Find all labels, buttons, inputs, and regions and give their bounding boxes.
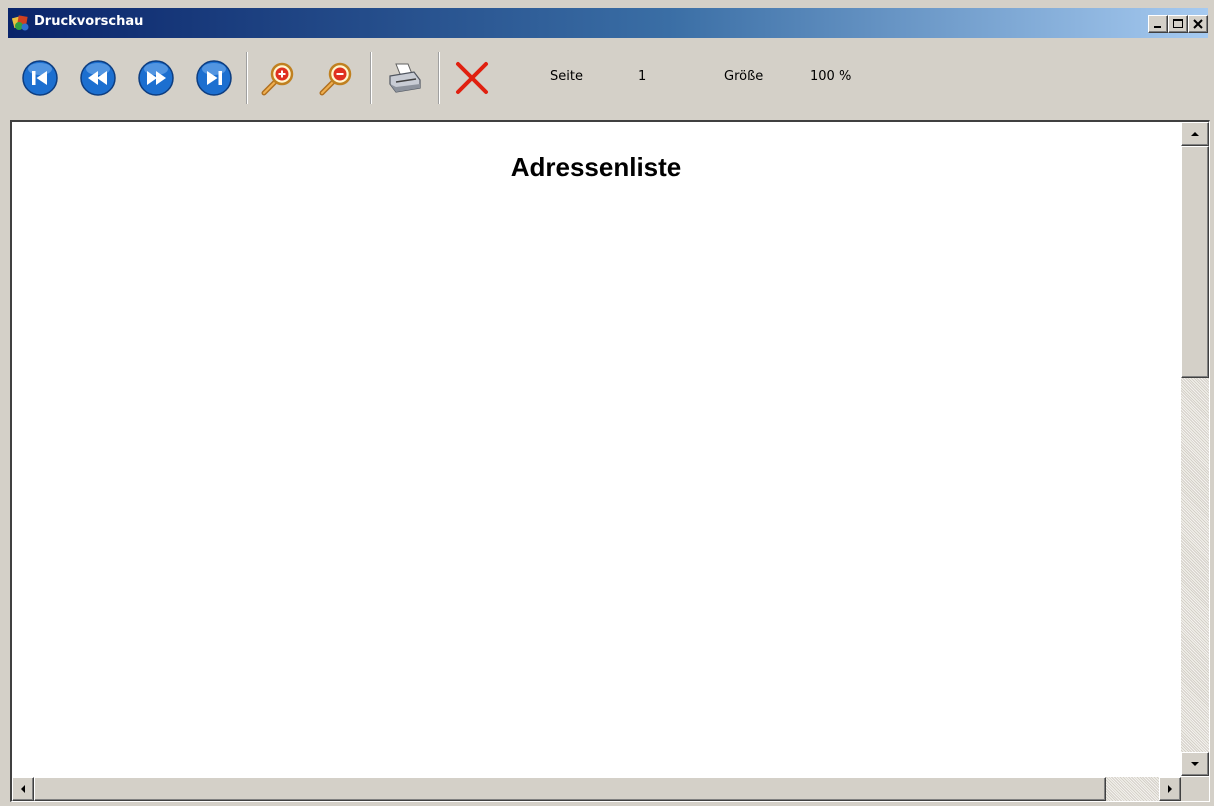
document-title: Adressenliste: [510, 152, 682, 182]
page-label: Seite: [550, 69, 583, 84]
minimize-button[interactable]: [1148, 15, 1168, 33]
previous-page-icon: [80, 60, 116, 96]
first-page-icon: [22, 60, 58, 96]
window-title: Druckvorschau: [34, 14, 144, 29]
previous-page-button[interactable]: [78, 58, 118, 98]
zoom-out-button[interactable]: [316, 58, 356, 98]
print-preview-window: Druckvorschau Seite 1 Größe 100 % Adress…: [0, 0, 1214, 806]
scroll-up-button[interactable]: [1181, 122, 1209, 146]
last-page-icon: [196, 60, 232, 96]
preview-area: Adressenliste: [10, 120, 1210, 802]
printer-icon: [389, 63, 421, 93]
maximize-button[interactable]: [1168, 15, 1188, 33]
vertical-scroll-thumb[interactable]: [1181, 146, 1209, 378]
first-page-button[interactable]: [20, 58, 60, 98]
preview-page: Adressenliste: [12, 122, 1180, 776]
size-label: Größe: [724, 69, 764, 84]
page-number: 1: [638, 69, 647, 84]
scroll-right-button[interactable]: [1159, 777, 1181, 801]
zoom-level: 100 %: [810, 69, 852, 84]
scroll-left-button[interactable]: [12, 777, 34, 801]
zoom-in-icon: [261, 62, 294, 96]
toolbar-separator: [370, 52, 372, 104]
close-x-icon: [456, 62, 488, 94]
zoom-in-button[interactable]: [258, 58, 298, 98]
horizontal-scrollbar[interactable]: [12, 777, 1181, 801]
arrow-down-icon: [1191, 762, 1199, 766]
toolbar-separator: [438, 52, 440, 104]
toolbar: Seite 1 Größe 100 %: [8, 38, 1208, 118]
next-page-button[interactable]: [136, 58, 176, 98]
minimize-icon: [1154, 26, 1161, 28]
title-bar: Druckvorschau: [8, 8, 1208, 38]
print-button[interactable]: [384, 58, 424, 98]
arrow-up-icon: [1191, 132, 1199, 136]
arrow-right-icon: [1168, 785, 1172, 793]
maximize-icon: [1173, 19, 1183, 28]
horizontal-scroll-thumb[interactable]: [34, 777, 1106, 801]
last-page-button[interactable]: [194, 58, 234, 98]
scrollbar-corner: [1181, 777, 1209, 801]
toolbar-separator: [246, 52, 248, 104]
next-page-icon: [138, 60, 174, 96]
zoom-out-icon: [319, 62, 352, 96]
scroll-down-button[interactable]: [1181, 752, 1209, 776]
app-icon: [11, 14, 30, 32]
close-button[interactable]: [1188, 15, 1208, 33]
close-preview-button[interactable]: [452, 58, 492, 98]
arrow-left-icon: [21, 785, 25, 793]
close-icon: [1193, 19, 1203, 29]
vertical-scrollbar[interactable]: [1181, 122, 1209, 776]
